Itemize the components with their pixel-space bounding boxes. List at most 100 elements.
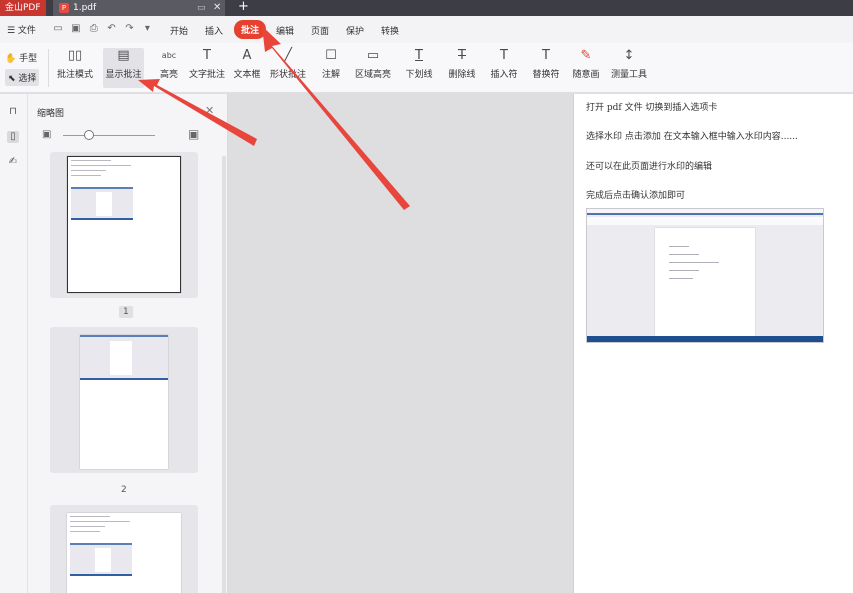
freehand-icon: ✎: [580, 48, 592, 63]
tab-start[interactable]: 开始: [170, 24, 188, 37]
annotation-mode-button[interactable]: ▯▯ 批注模式: [57, 48, 93, 80]
pdf-page: 打开 pdf 文件 切换到插入选项卡 选择水印 点击添加 在文本输入框中输入水印…: [573, 94, 853, 593]
save-icon[interactable]: ▣: [71, 24, 81, 34]
cursor-icon: ⬉: [8, 74, 16, 84]
show-annotations-button[interactable]: ▤ 显示批注: [103, 48, 144, 88]
show-annotations-icon: ▤: [117, 48, 130, 63]
select-tool[interactable]: ⬉ 选择: [5, 69, 40, 86]
note-label: 注解: [321, 70, 340, 80]
annotation-mode-label: 批注模式: [57, 70, 94, 80]
textbox-label: 文本框: [233, 70, 261, 80]
screenshot-titlebar: [587, 209, 823, 215]
quick-access-toolbar: ▭ ▣ ⎙ ↶ ↷ ▾: [53, 24, 157, 34]
thumbnail-panel: 缩略图 ✕ ▣ ▣ 1 2: [28, 94, 228, 593]
document-line-3: 还可以在此页面进行水印的编辑: [586, 162, 713, 172]
tab-page[interactable]: 页面: [311, 24, 329, 37]
freehand-label: 随意画: [572, 70, 600, 80]
signature-icon[interactable]: ✍: [7, 156, 19, 168]
tab-window-icon[interactable]: ▭: [197, 0, 206, 16]
note-button[interactable]: ☐ 注解: [319, 48, 343, 80]
highlight-button[interactable]: abc 高亮: [156, 48, 182, 80]
area-highlight-button[interactable]: ▭ 区域高亮: [353, 48, 393, 80]
text-annotation-button[interactable]: T 文字批注: [189, 48, 225, 80]
redo-icon[interactable]: ↷: [125, 24, 135, 34]
thumbnail-page-3[interactable]: [50, 505, 198, 593]
select-tool-label: 选择: [18, 74, 37, 84]
screenshot-toolbar: [587, 217, 823, 225]
textbox-button[interactable]: A 文本框: [233, 48, 261, 80]
measure-button[interactable]: ↕ 测量工具: [611, 48, 647, 80]
thumbnail-screenshot: [71, 187, 133, 220]
strikethrough-icon: T: [458, 48, 466, 63]
text-annotation-icon: T: [203, 48, 211, 63]
thumbnail-icon[interactable]: ▯: [7, 131, 19, 143]
customize-dropdown-icon[interactable]: ▾: [142, 24, 152, 34]
close-icon[interactable]: ✕: [205, 104, 214, 117]
side-strip: ⊓ ▯ ✍: [0, 94, 28, 593]
zoom-out-image-icon[interactable]: ▣: [42, 129, 51, 140]
tab-protect[interactable]: 保护: [346, 24, 364, 37]
note-icon: ☐: [325, 48, 337, 63]
shape-annotation-button[interactable]: ╱ 形状批注: [268, 48, 308, 80]
new-tab-button[interactable]: +: [238, 0, 249, 15]
app-window: 金山PDF P 1.pdf ▭ ✕ + ☰ 文件 ▭ ▣ ⎙ ↶ ↷ ▾ 开始 …: [0, 0, 853, 593]
thumbnail-page-image: [67, 513, 181, 593]
tab-convert[interactable]: 转换: [381, 24, 399, 37]
page-number-1: 1: [119, 306, 133, 318]
strikethrough-button[interactable]: T 删除线: [446, 48, 478, 80]
replace-button[interactable]: T 替换符: [530, 48, 562, 80]
thumbnail-screenshot: [80, 335, 168, 380]
screenshot-page: [655, 228, 755, 336]
thumbnail-screenshot: [70, 543, 132, 576]
tab-edit[interactable]: 编辑: [276, 24, 294, 37]
replace-label: 替换符: [532, 70, 560, 80]
underline-icon: T: [415, 48, 423, 63]
zoom-in-image-icon[interactable]: ▣: [188, 127, 199, 141]
print-icon[interactable]: ⎙: [89, 24, 99, 34]
thumbnail-page-image: [67, 156, 181, 293]
title-bar: 金山PDF P 1.pdf ▭ ✕ +: [0, 0, 853, 16]
underline-button[interactable]: T 下划线: [403, 48, 435, 80]
file-menu[interactable]: ☰ 文件: [7, 23, 36, 36]
insert-caret-label: 插入符: [490, 70, 518, 80]
screenshot-taskbar: [587, 336, 823, 342]
area-highlight-icon: ▭: [366, 48, 380, 63]
textbox-icon: A: [242, 48, 252, 63]
highlight-icon: abc: [161, 51, 177, 60]
slider-handle[interactable]: [84, 130, 94, 140]
document-tab-label: 1.pdf: [73, 3, 97, 13]
app-name[interactable]: 金山PDF: [0, 0, 46, 16]
area-highlight-label: 区域高亮: [354, 70, 391, 80]
menu-bar: ☰ 文件 ▭ ▣ ⎙ ↶ ↷ ▾ 开始 插入 批注 编辑 页面 保护 转换: [0, 16, 853, 43]
undo-icon[interactable]: ↶: [107, 24, 117, 34]
thumbnail-text-lines: [70, 516, 130, 536]
replace-icon: T: [542, 48, 550, 63]
tab-close-icon[interactable]: ✕: [213, 0, 221, 16]
freehand-button[interactable]: ✎ 随意画: [570, 48, 602, 80]
shape-annotation-icon: ╱: [284, 48, 292, 63]
annotation-mode-icon: ▯▯: [67, 48, 83, 63]
document-line-2: 选择水印 点击添加 在文本输入框中输入水印内容......: [586, 132, 798, 142]
hand-tool[interactable]: ✋ 手型: [5, 51, 37, 64]
shape-annotation-label: 形状批注: [269, 70, 306, 80]
show-annotations-label: 显示批注: [105, 70, 142, 80]
tab-annotate[interactable]: 批注: [234, 20, 267, 39]
thumbnail-text-lines: [71, 160, 131, 180]
document-tab[interactable]: P 1.pdf ▭ ✕: [53, 0, 225, 16]
tab-insert[interactable]: 插入: [205, 24, 223, 37]
hand-icon: ✋: [5, 54, 17, 64]
page-number-2: 2: [121, 485, 127, 495]
bookmark-icon[interactable]: ⊓: [7, 106, 19, 118]
open-folder-icon[interactable]: ▭: [53, 24, 63, 34]
highlight-label: 高亮: [159, 70, 178, 80]
thumbnail-page-2[interactable]: [50, 327, 198, 473]
insert-caret-button[interactable]: T 插入符: [488, 48, 520, 80]
thumbnail-page-1[interactable]: [50, 152, 198, 298]
measure-icon: ↕: [623, 48, 635, 63]
document-canvas[interactable]: 打开 pdf 文件 切换到插入选项卡 选择水印 点击添加 在文本输入框中输入水印…: [229, 94, 853, 593]
thumbnail-size-slider[interactable]: [63, 135, 155, 136]
thumbnail-panel-title: 缩略图: [37, 109, 65, 119]
document-line-1: 打开 pdf 文件 切换到插入选项卡: [586, 103, 718, 113]
panel-scrollbar[interactable]: [222, 156, 226, 593]
strikethrough-label: 删除线: [448, 70, 476, 80]
